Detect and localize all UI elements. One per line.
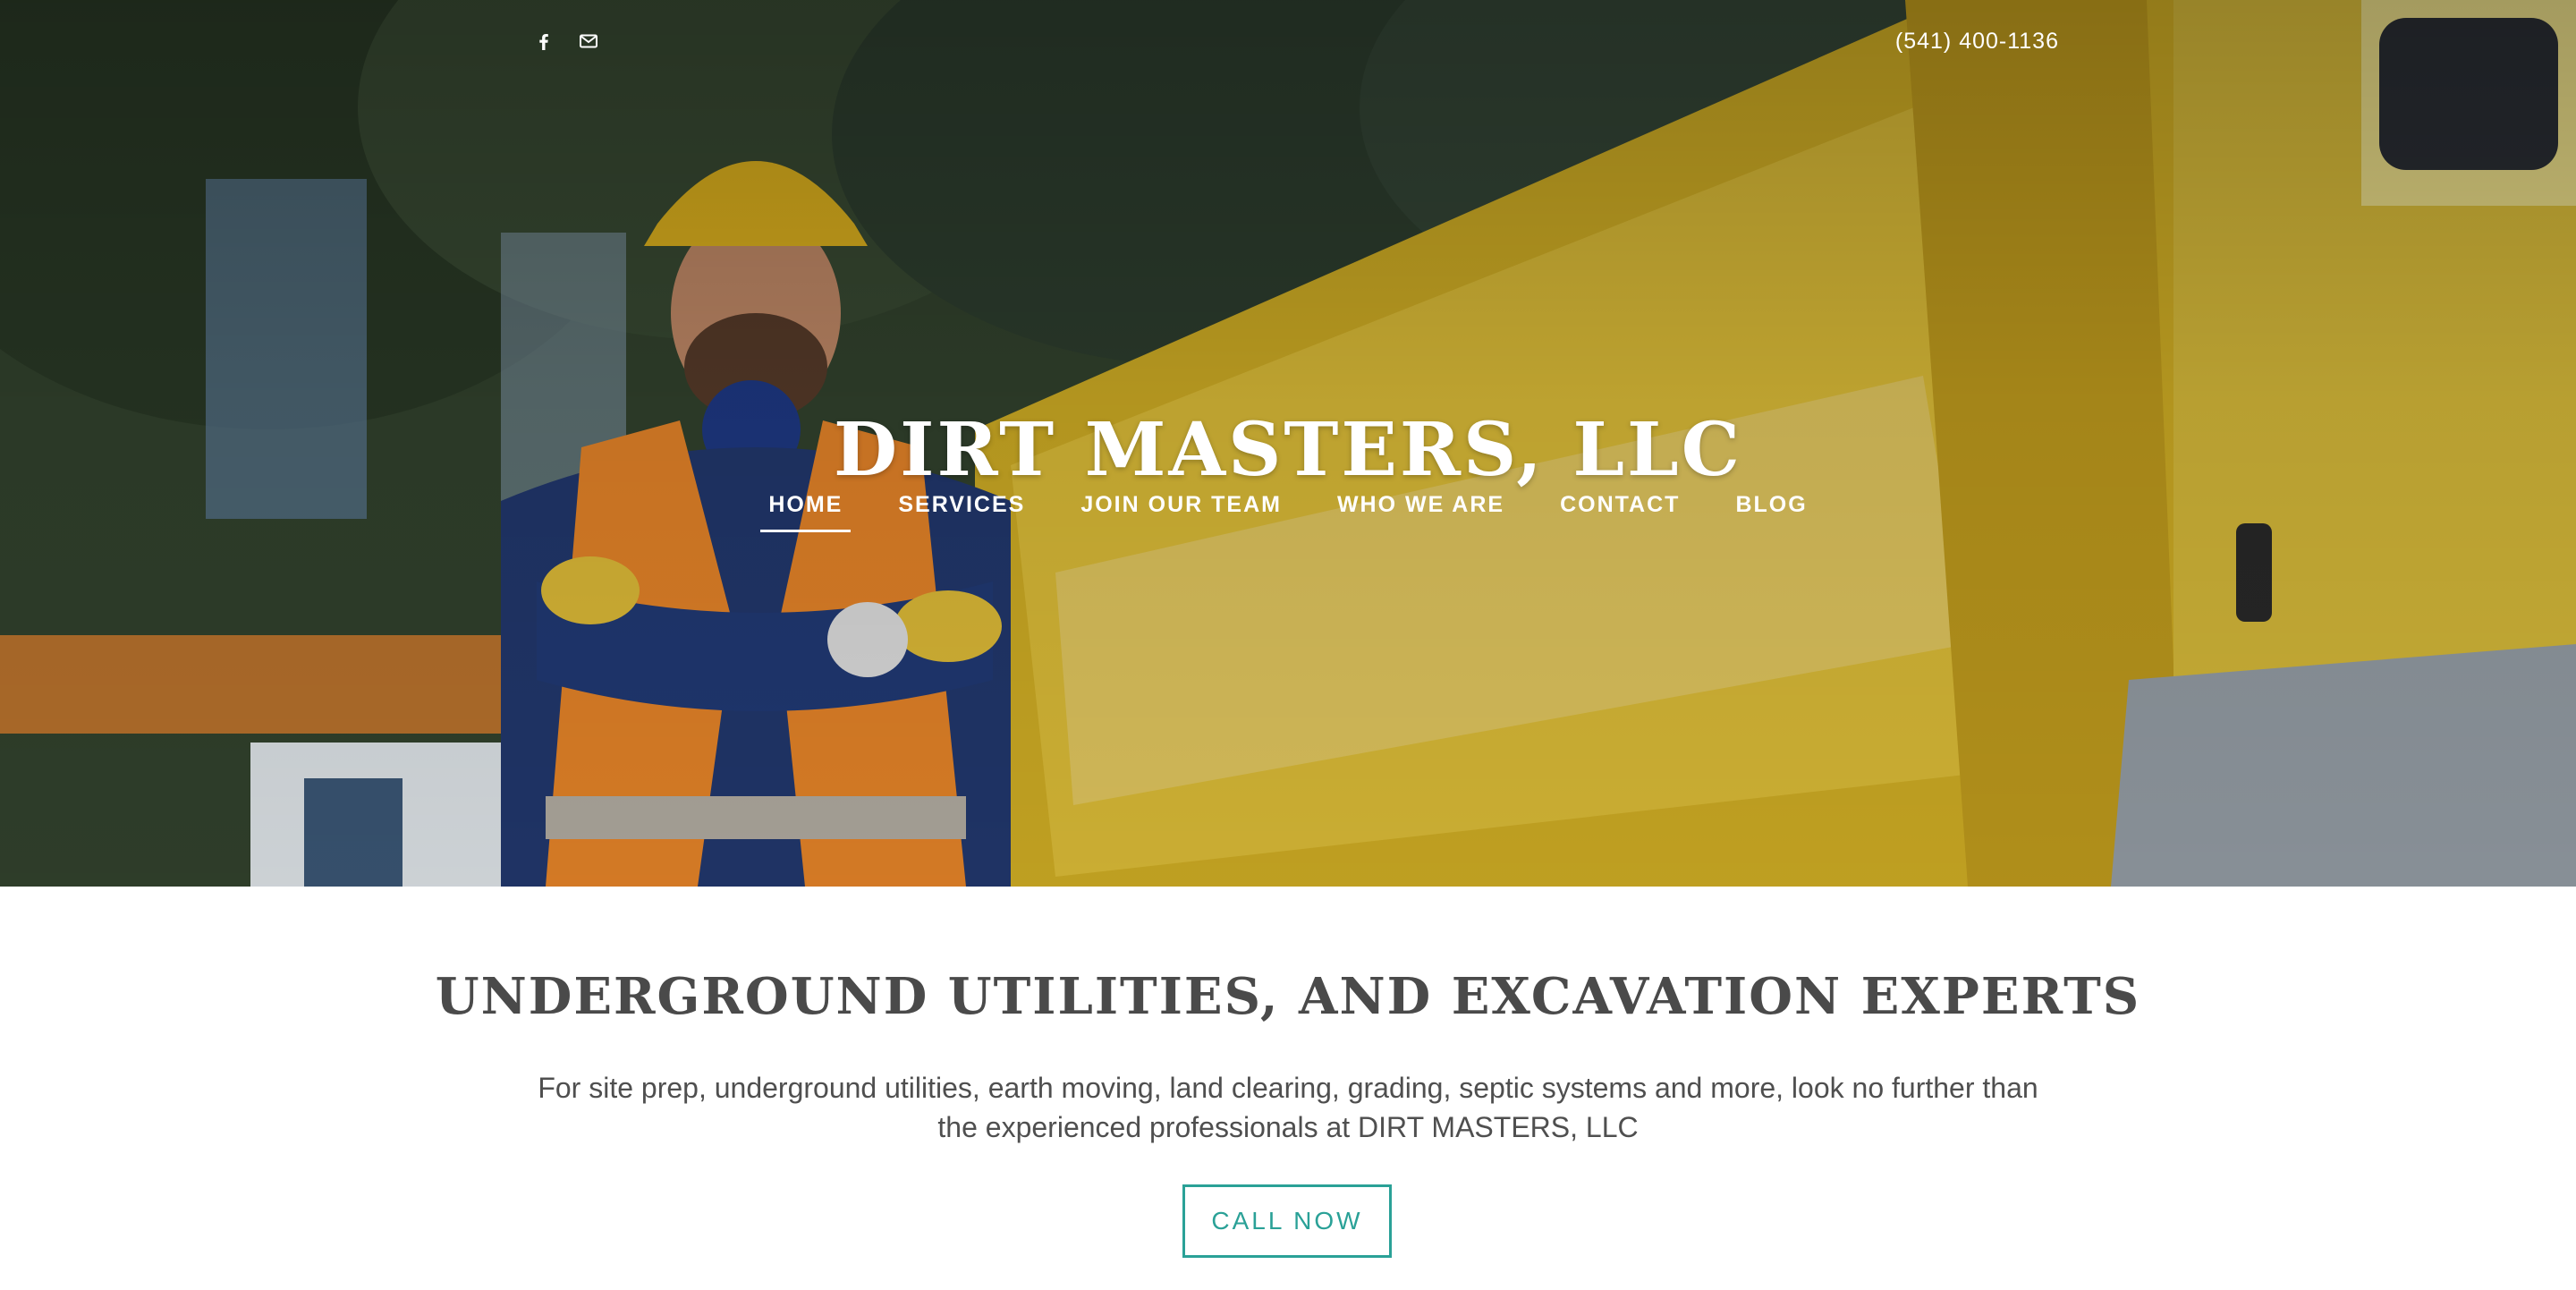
email-icon[interactable]: [578, 30, 599, 52]
main-navigation: HOME SERVICES JOIN OUR TEAM WHO WE ARE C…: [0, 492, 2576, 532]
nav-item-home[interactable]: HOME: [760, 492, 852, 532]
phone-number-link[interactable]: (541) 400-1136: [1895, 29, 2059, 55]
facebook-icon[interactable]: [533, 30, 555, 52]
hero-banner: (541) 400-1136 DIRT MASTERS, LLC HOME SE…: [0, 0, 2576, 887]
section-headline: UNDERGROUND UTILITIES, AND EXCAVATION EX…: [435, 967, 2141, 1026]
intro-section: UNDERGROUND UTILITIES, AND EXCAVATION EX…: [0, 887, 2576, 1290]
nav-item-join-our-team[interactable]: JOIN OUR TEAM: [1080, 492, 1282, 532]
nav-item-who-we-are[interactable]: WHO WE ARE: [1337, 492, 1504, 532]
social-links: [533, 30, 599, 52]
nav-item-contact[interactable]: CONTACT: [1560, 492, 1680, 532]
nav-item-blog[interactable]: BLOG: [1735, 492, 1807, 532]
section-description: For site prep, underground utilities, ea…: [538, 1072, 2038, 1143]
nav-item-services[interactable]: SERVICES: [898, 492, 1025, 532]
call-now-button[interactable]: CALL NOW: [1182, 1184, 1392, 1258]
site-title[interactable]: DIRT MASTERS, LLC: [0, 407, 2576, 493]
page: (541) 400-1136 DIRT MASTERS, LLC HOME SE…: [0, 0, 2576, 1290]
